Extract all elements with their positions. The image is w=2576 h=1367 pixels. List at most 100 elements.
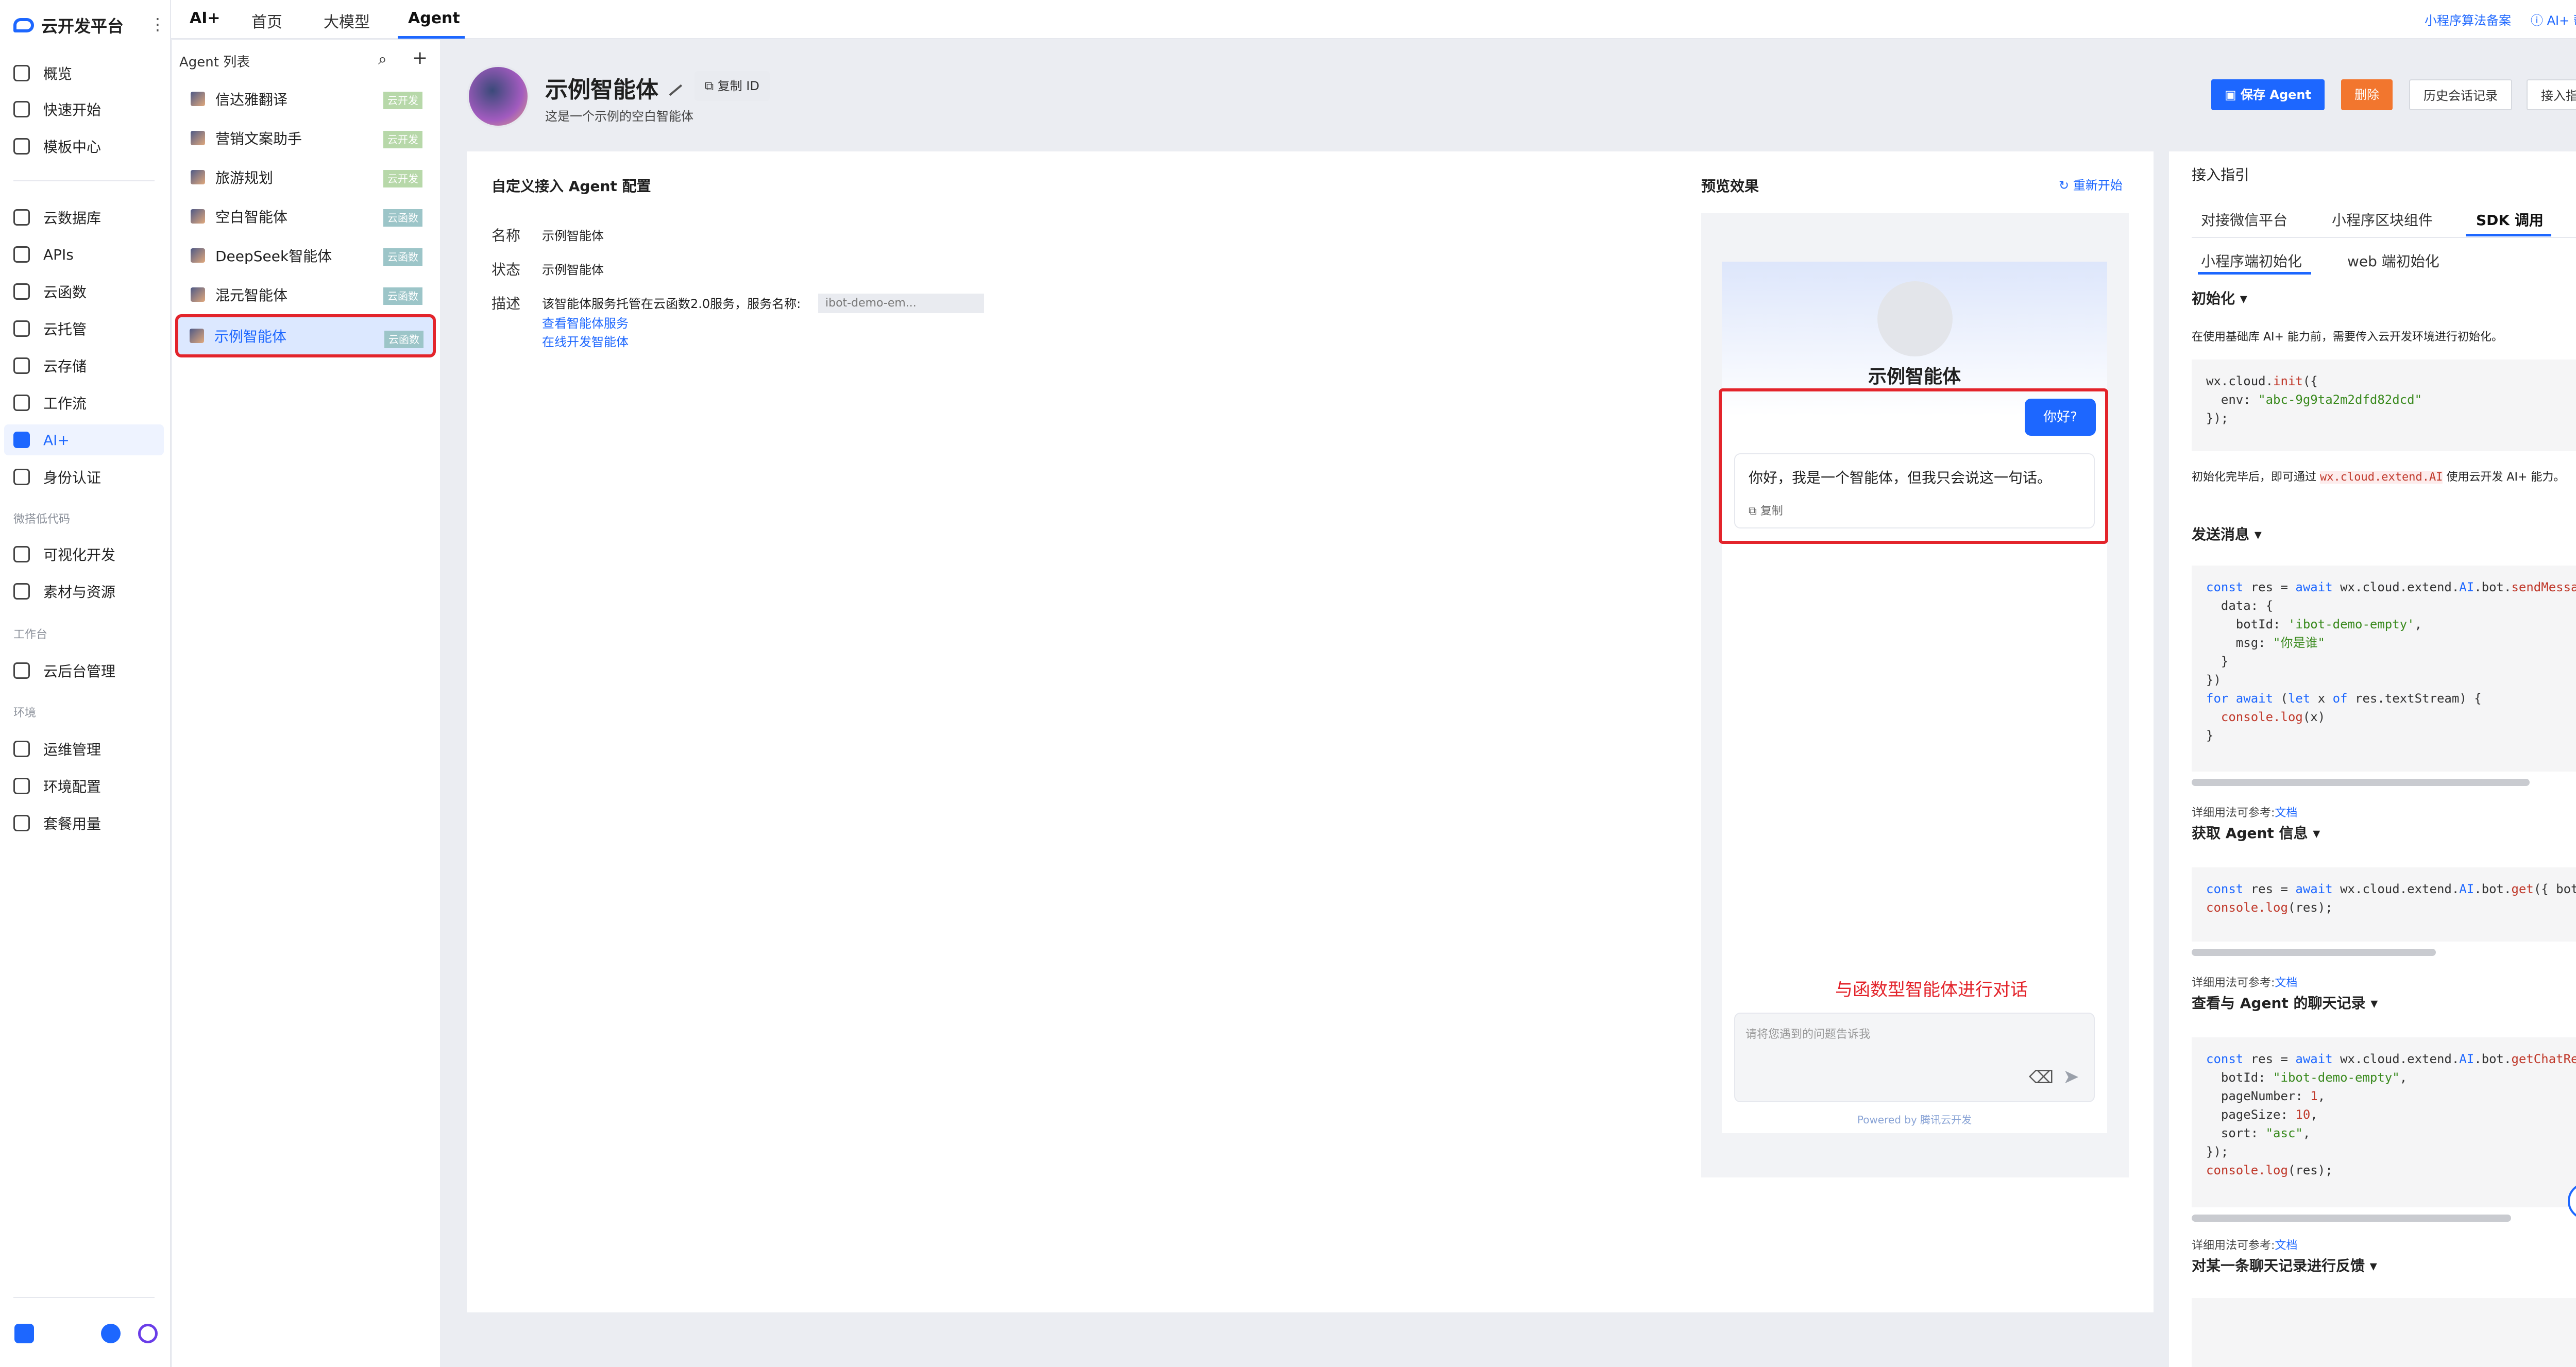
tab-miniprogram-init[interactable]: 小程序端初始化 bbox=[2201, 250, 2302, 271]
hosting-icon bbox=[13, 320, 30, 337]
online-dev-link[interactable]: 在线开发智能体 bbox=[542, 332, 629, 350]
template-icon bbox=[13, 138, 30, 155]
sidebar-item-database[interactable]: 云数据库 bbox=[13, 202, 163, 233]
sidebar-item-quickstart[interactable]: 快速开始 bbox=[13, 94, 163, 125]
copy-icon: ⧉ bbox=[1749, 505, 1760, 518]
sidebar-item-env-config[interactable]: 环境配置 bbox=[13, 771, 163, 801]
sidebar-item-cloud-admin[interactable]: 云后台管理 bbox=[13, 655, 163, 686]
section-label: 查看与 Agent 的聊天记录 bbox=[2192, 995, 2366, 1012]
agent-list-item[interactable]: 空白智能体 云函数 bbox=[179, 198, 432, 235]
ops-icon bbox=[13, 741, 30, 757]
sidebar-item-workflow[interactable]: 工作流 bbox=[13, 387, 163, 418]
records-section-title[interactable]: 查看与 Agent 的聊天记录 ▾ bbox=[2192, 992, 2378, 1013]
delete-button[interactable]: 删除 bbox=[2341, 79, 2393, 110]
send-icon[interactable]: ➤ bbox=[2063, 1065, 2079, 1088]
tab-sdk[interactable]: SDK 调用 bbox=[2476, 209, 2544, 230]
more-menu-icon[interactable]: ⋮ bbox=[149, 14, 166, 34]
feedback-section-title[interactable]: 对某一条聊天记录进行反馈 ▾ bbox=[2192, 1255, 2377, 1275]
agent-list-item[interactable]: 混元智能体 云函数 bbox=[179, 276, 432, 313]
sidebar-item-label: AI+ bbox=[43, 431, 70, 449]
sidebar-item-assets[interactable]: 素材与资源 bbox=[13, 576, 163, 607]
tab-models[interactable]: 大模型 bbox=[324, 9, 370, 32]
name-label: 名称 bbox=[492, 227, 521, 244]
chat-input-placeholder: 请将您遇到的问题告诉我 bbox=[1745, 1028, 1871, 1041]
restart-button[interactable]: ↻ 重新开始 bbox=[2059, 175, 2123, 193]
tab-agent[interactable]: Agent bbox=[408, 9, 460, 27]
assistant-icon[interactable] bbox=[138, 1324, 158, 1343]
sidebar-item-label: 工作流 bbox=[43, 395, 87, 412]
send-section-title[interactable]: 发送消息 ▾ bbox=[2192, 523, 2262, 544]
code-scrollbar[interactable] bbox=[2192, 1215, 2511, 1222]
powered-by: Powered by 腾讯云开发 bbox=[1857, 1114, 1972, 1126]
add-agent-icon[interactable]: + bbox=[412, 47, 428, 69]
sidebar-item-hosting[interactable]: 云托管 bbox=[13, 313, 163, 344]
agent-list-item[interactable]: 信达雅翻译 云开发 bbox=[179, 80, 432, 117]
save-agent-button[interactable]: ▣ 保存 Agent bbox=[2211, 79, 2325, 110]
agent-list-item[interactable]: 营销文案助手 云开发 bbox=[179, 119, 432, 157]
edit-icon[interactable] bbox=[660, 74, 683, 96]
sidebar-item-storage[interactable]: 云存储 bbox=[13, 350, 163, 381]
sidebar-item-functions[interactable]: 云函数 bbox=[13, 276, 163, 307]
getinfo-section-title[interactable]: 获取 Agent 信息 ▾ bbox=[2192, 822, 2320, 843]
brand[interactable]: 云开发平台 bbox=[13, 13, 124, 37]
sidebar-item-templates[interactable]: 模板中心 bbox=[13, 131, 163, 162]
save-icon: ▣ bbox=[2225, 88, 2241, 102]
sidebar-item-overview[interactable]: 概览 bbox=[13, 58, 163, 89]
sidebar-item-package[interactable]: 套餐用量 bbox=[13, 808, 163, 839]
sidebar-item-label: 运维管理 bbox=[43, 741, 101, 758]
agent-name: DeepSeek智能体 bbox=[215, 248, 332, 265]
section-label: 初始化 bbox=[2192, 290, 2235, 307]
user-avatar-icon[interactable] bbox=[101, 1324, 121, 1343]
status-value: 示例智能体 bbox=[542, 263, 604, 277]
doc-link[interactable]: 文档 bbox=[2275, 807, 2297, 819]
agent-list-item[interactable]: DeepSeek智能体 云函数 bbox=[179, 237, 432, 274]
tab-home[interactable]: 首页 bbox=[251, 9, 282, 32]
doc-link[interactable]: 文档 bbox=[2275, 1239, 2297, 1252]
search-icon[interactable]: ⌕ bbox=[378, 50, 387, 69]
help-link[interactable]: ⓘ AI+ 帮助文档 bbox=[2531, 10, 2576, 28]
tab-web-init[interactable]: web 端初始化 bbox=[2347, 250, 2439, 271]
agent-type-badge: 云函数 bbox=[384, 331, 423, 348]
cloud-logo-icon bbox=[13, 18, 34, 32]
sidebar-item-auth[interactable]: 身份认证 bbox=[13, 462, 163, 492]
code-scrollbar[interactable] bbox=[2192, 949, 2436, 956]
guide-title: 接入指引 bbox=[2192, 166, 2250, 183]
agent-list-item-selected[interactable]: 示例智能体 云函数 bbox=[175, 314, 436, 357]
copy-id-label: 复制 ID bbox=[717, 79, 759, 93]
assets-icon bbox=[13, 583, 30, 600]
inline-code: wx.cloud.extend.AI bbox=[2320, 471, 2443, 484]
view-service-link[interactable]: 查看智能体服务 bbox=[542, 313, 629, 331]
agent-name: 混元智能体 bbox=[215, 287, 288, 304]
code-block-init: wx.cloud.init({ env: "abc-9g9ta2m2dfd82d… bbox=[2192, 360, 2576, 451]
sidebar-item-label: 套餐用量 bbox=[43, 815, 101, 832]
tab-wechat[interactable]: 对接微信平台 bbox=[2201, 209, 2287, 230]
init-section-title[interactable]: 初始化 ▾ bbox=[2192, 287, 2247, 308]
agent-avatar bbox=[191, 170, 205, 184]
active-tab-indicator bbox=[2466, 234, 2551, 236]
guide-button[interactable]: 接入指引 ‹ bbox=[2527, 79, 2576, 110]
sidebar-item-label: 云数据库 bbox=[43, 210, 101, 227]
section-label: 获取 Agent 信息 bbox=[2192, 825, 2308, 842]
sidebar-item-ops[interactable]: 运维管理 bbox=[13, 733, 163, 764]
filing-link[interactable]: 小程序算法备案 bbox=[2425, 10, 2511, 28]
package-icon bbox=[13, 815, 30, 831]
sidebar-item-label: 概览 bbox=[43, 65, 73, 82]
agent-name: 旅游规划 bbox=[215, 169, 274, 186]
id-icon bbox=[13, 469, 30, 485]
service-name-field[interactable]: ibot-demo-em... bbox=[818, 294, 984, 313]
sidebar-item-apis[interactable]: APIs bbox=[13, 239, 163, 270]
help-link-label: AI+ 帮助文档 bbox=[2547, 13, 2576, 28]
collapse-sidebar-icon[interactable] bbox=[14, 1324, 34, 1343]
copy-message-button[interactable]: ⧉ 复制 bbox=[1749, 502, 1783, 518]
sidebar-item-ai[interactable]: AI+ bbox=[4, 424, 164, 455]
chat-input[interactable]: 请将您遇到的问题告诉我 ⌫ ➤ bbox=[1734, 1013, 2095, 1102]
clear-icon[interactable]: ⌫ bbox=[2029, 1067, 2054, 1088]
chat-bot-name: 示例智能体 bbox=[1868, 366, 1961, 387]
history-button[interactable]: 历史会话记录 bbox=[2409, 79, 2512, 110]
sidebar-item-visual-dev[interactable]: 可视化开发 bbox=[13, 539, 163, 570]
copy-id-button[interactable]: ⧉ 复制 ID bbox=[694, 71, 770, 101]
agent-list-item[interactable]: 旅游规划 云开发 bbox=[179, 159, 432, 196]
tab-miniprogram-block[interactable]: 小程序区块组件 bbox=[2332, 209, 2433, 230]
code-scrollbar[interactable] bbox=[2192, 779, 2530, 786]
doc-link[interactable]: 文档 bbox=[2275, 977, 2297, 989]
